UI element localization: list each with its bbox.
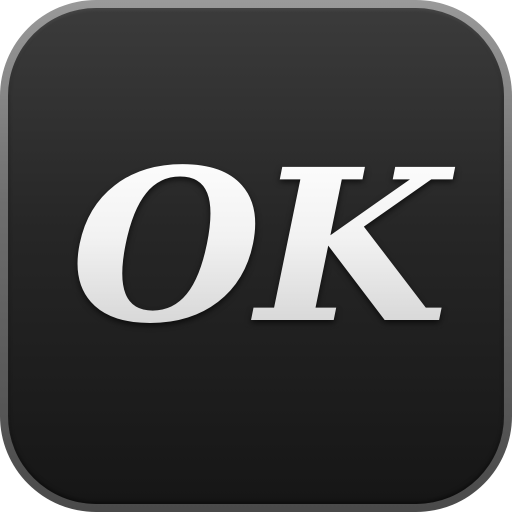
app-icon[interactable]: OK [0, 0, 512, 512]
ok-wordmark: OK [8, 142, 504, 352]
app-icon-face: OK [8, 8, 504, 504]
